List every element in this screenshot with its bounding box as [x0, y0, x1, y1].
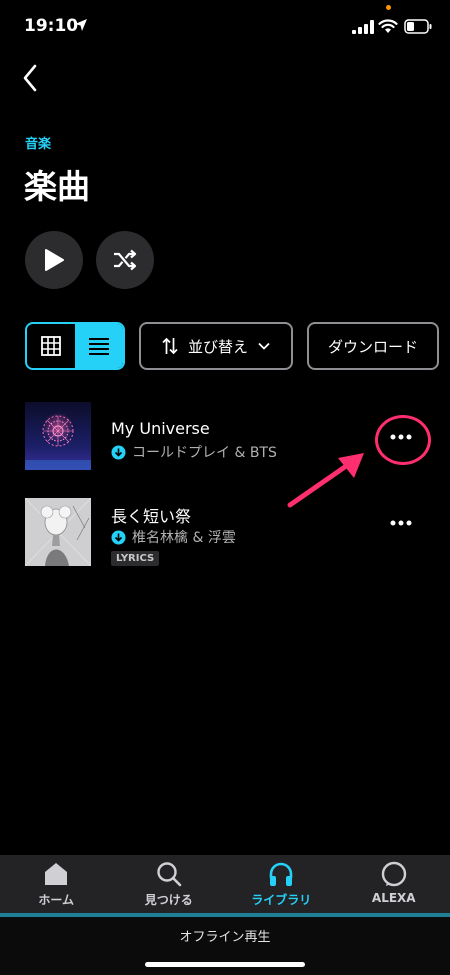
- track-artist: コールドプレイ & BTS: [132, 445, 277, 461]
- play-button[interactable]: [25, 231, 83, 289]
- highlight-circle-annotation: [375, 415, 431, 465]
- track-artist: 椎名林檎 & 浮雲: [132, 530, 236, 546]
- page-title: 楽曲: [24, 167, 90, 206]
- location-arrow-icon: [75, 19, 87, 31]
- sort-label: 並び替え: [187, 337, 248, 356]
- track-subtitle: コールドプレイ & BTS: [111, 442, 277, 462]
- headphones-icon: [269, 862, 293, 886]
- category-label: 音楽: [25, 137, 52, 152]
- album-art: [25, 498, 91, 566]
- download-label: ダウンロード: [327, 337, 418, 356]
- download-button[interactable]: ダウンロード: [307, 322, 439, 370]
- list-view-button[interactable]: [75, 324, 123, 368]
- more-options-button[interactable]: [386, 513, 416, 533]
- alexa-icon: [381, 861, 406, 887]
- lyrics-badge: LYRICS: [111, 551, 160, 566]
- cellular-signal-icon: [352, 20, 374, 34]
- sort-arrows-icon: [162, 337, 178, 355]
- more-dots-icon: [390, 520, 412, 526]
- grid-icon: [41, 336, 61, 356]
- privacy-indicator-dot: [386, 5, 391, 10]
- album-art: [25, 402, 91, 470]
- shuffle-button[interactable]: [96, 231, 154, 289]
- tab-label: 見つける: [144, 893, 193, 907]
- battery-icon: [404, 19, 432, 34]
- tab-home[interactable]: ホーム: [0, 855, 113, 913]
- bottom-tab-bar: ホーム 見つける ライブラリ ALEXA: [0, 855, 450, 913]
- downloaded-icon: [111, 445, 126, 459]
- home-indicator[interactable]: [145, 962, 305, 967]
- offline-label: オフライン再生: [179, 930, 271, 945]
- downloaded-icon: [111, 530, 126, 544]
- tab-label: ホーム: [38, 893, 75, 907]
- tab-alexa[interactable]: ALEXA: [338, 855, 450, 913]
- back-button[interactable]: [12, 60, 48, 96]
- sort-button[interactable]: 並び替え: [139, 322, 293, 370]
- offline-bar: オフライン再生: [0, 917, 450, 975]
- track-subtitle: 椎名林檎 & 浮雲: [111, 527, 236, 547]
- chevron-down-icon: [258, 342, 270, 350]
- search-icon: [157, 862, 182, 887]
- tab-library[interactable]: ライブラリ: [225, 855, 338, 913]
- tab-find[interactable]: 見つける: [113, 855, 226, 913]
- grid-view-button[interactable]: [27, 324, 75, 368]
- play-icon: [45, 249, 64, 271]
- track-row[interactable]: 長く短い祭 椎名林檎 & 浮雲 LYRICS: [0, 498, 450, 578]
- track-title: My Universe: [111, 419, 210, 438]
- track-title: 長く短い祭: [111, 507, 192, 526]
- view-toggle: [25, 322, 125, 370]
- status-time: 19:10: [24, 16, 79, 36]
- status-bar: 19:10: [0, 0, 450, 50]
- pointer-arrow-icon: [287, 453, 364, 508]
- tab-label: ライブラリ: [251, 893, 312, 907]
- tab-label: ALEXA: [371, 891, 416, 905]
- home-icon: [45, 863, 68, 885]
- wifi-icon: [378, 19, 398, 33]
- shuffle-icon: [114, 249, 137, 271]
- chevron-left-icon: [23, 64, 37, 92]
- list-icon: [89, 338, 109, 355]
